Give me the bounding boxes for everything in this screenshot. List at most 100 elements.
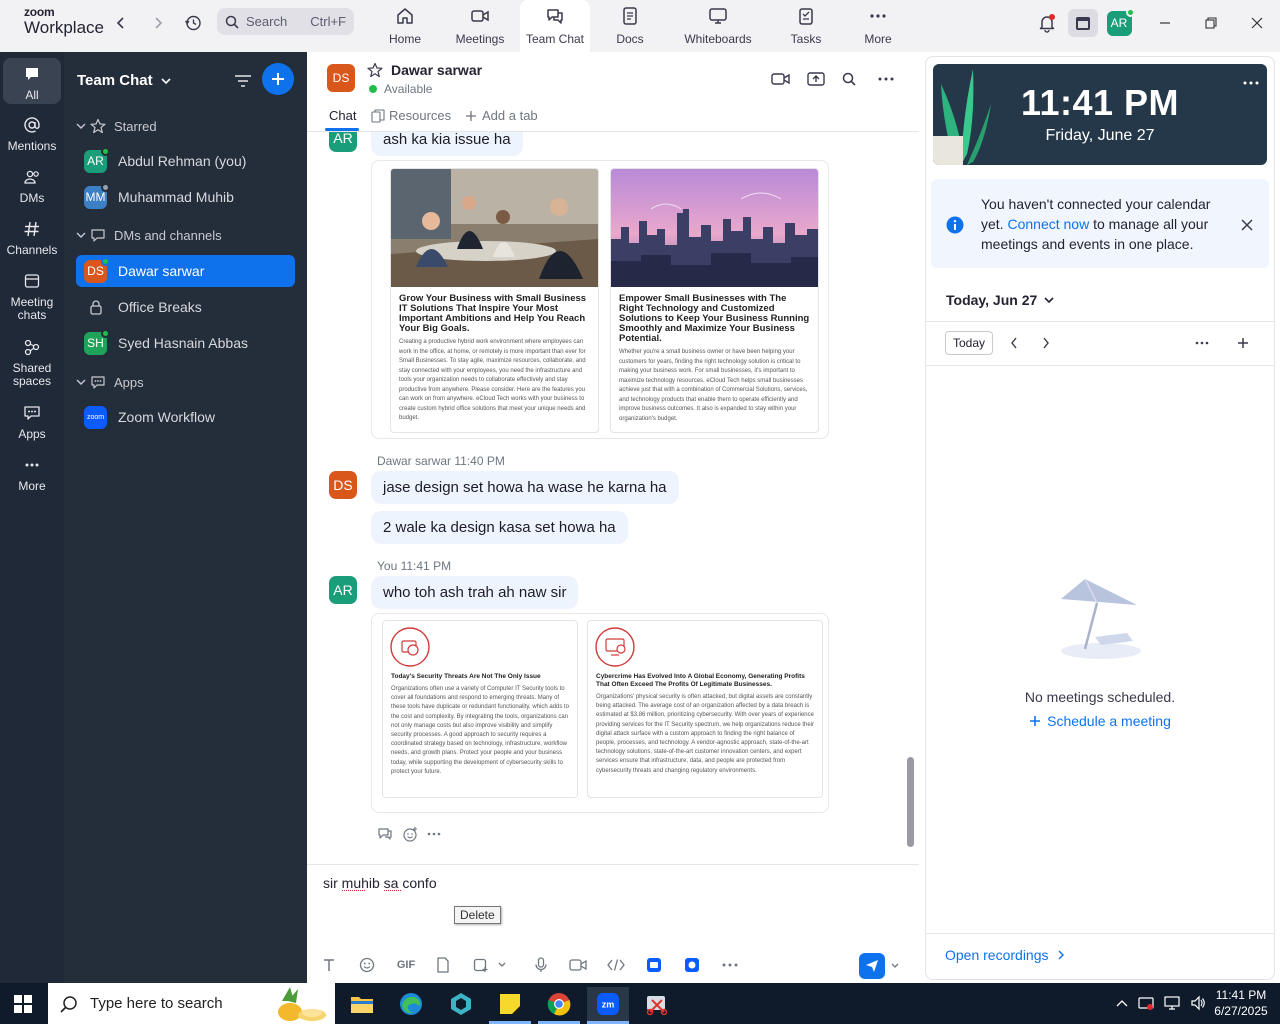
message-bubble[interactable]: 2 wale ka design kasa set howa ha (371, 511, 628, 544)
back-button[interactable] (108, 12, 134, 34)
image-attachment[interactable]: Cybercrime Has Evolved Into A Global Eco… (587, 620, 823, 798)
zoom-taskbar-icon[interactable]: zm (587, 987, 629, 1021)
video-message-button[interactable] (567, 955, 589, 975)
start-button[interactable] (2, 987, 44, 1021)
message-bubble[interactable]: ash ka kia issue ha (371, 132, 523, 156)
filter-button[interactable] (232, 70, 254, 92)
sidebar-title[interactable]: Team Chat (77, 72, 171, 89)
search-chat-button[interactable] (838, 68, 860, 90)
section-dms-and-channels[interactable]: DMs and channels (76, 225, 222, 245)
tab-docs[interactable]: Docs (608, 0, 652, 52)
dismiss-notice-button[interactable] (1237, 215, 1257, 235)
more-dots-icon[interactable] (427, 832, 441, 836)
more-composer-options-button[interactable] (719, 955, 741, 975)
section-starred[interactable]: Starred (76, 116, 157, 136)
tab-more[interactable]: More (858, 0, 898, 52)
network-icon[interactable] (1164, 995, 1180, 1011)
restore-button[interactable] (1196, 12, 1226, 34)
volume-icon[interactable] (1190, 995, 1206, 1011)
meet-now-icon[interactable] (1138, 995, 1154, 1011)
tab-home[interactable]: Home (378, 0, 432, 52)
emoji-button[interactable] (357, 955, 377, 975)
today-button[interactable]: Today (945, 331, 993, 355)
share-screen-button[interactable] (804, 68, 828, 90)
star-icon[interactable] (367, 62, 383, 78)
code-snippet-button[interactable] (605, 955, 627, 975)
tab-resources[interactable]: Resources (371, 108, 451, 123)
rail-dms[interactable]: DMs (3, 166, 61, 205)
notifications-button[interactable] (1032, 12, 1062, 34)
sidebar-item-office-breaks[interactable]: Office Breaks (76, 291, 295, 323)
contact-avatar[interactable]: DS (327, 64, 355, 92)
video-call-button[interactable] (769, 68, 793, 90)
screenshot-button[interactable] (471, 955, 491, 975)
rail-channels[interactable]: Channels (3, 218, 61, 257)
gif-button[interactable]: GIF (395, 955, 417, 975)
app-button-2[interactable] (681, 955, 703, 975)
calendar-panel-button[interactable] (1068, 9, 1098, 37)
rail-apps[interactable]: Apps (3, 402, 61, 441)
rail-shared-spaces[interactable]: Shared spaces (3, 336, 61, 388)
profile-avatar[interactable]: AR (1104, 7, 1135, 36)
forward-button[interactable] (145, 12, 171, 34)
attach-file-button[interactable] (433, 955, 453, 975)
image-attachment[interactable]: Empower Small Businesses with The Right … (610, 168, 819, 433)
tab-tasks[interactable]: Tasks (784, 0, 828, 52)
app-taskbar-icon[interactable] (440, 987, 482, 1021)
section-apps[interactable]: Apps (76, 372, 144, 392)
tab-meetings[interactable]: Meetings (448, 0, 512, 52)
screenshot-options-button[interactable] (495, 955, 509, 975)
sidebar-item-muhammad-muhib[interactable]: MM Muhammad Muhib (76, 181, 295, 213)
rail-more[interactable]: More (3, 454, 61, 493)
add-tab-button[interactable]: Add a tab (465, 108, 538, 123)
history-button[interactable] (180, 12, 206, 34)
tab-team-chat[interactable]: Team Chat (520, 0, 590, 52)
tab-whiteboards[interactable]: Whiteboards (680, 0, 756, 52)
message-avatar[interactable]: AR (329, 576, 357, 604)
next-day-button[interactable] (1036, 333, 1056, 353)
message-avatar[interactable]: AR (329, 132, 357, 152)
sidebar-item-syed-hasnain-abbas[interactable]: SH Syed Hasnain Abbas (76, 327, 295, 359)
format-text-button[interactable] (319, 955, 339, 975)
app-button-1[interactable] (643, 955, 665, 975)
rail-mentions[interactable]: Mentions (3, 114, 61, 153)
schedule-meeting-link[interactable]: Schedule a meeting (926, 713, 1274, 729)
rail-all[interactable]: All (3, 58, 61, 104)
voice-message-button[interactable] (531, 955, 551, 975)
sticky-notes-taskbar-icon[interactable] (489, 987, 531, 1021)
rail-meeting-chats[interactable]: Meeting chats (3, 270, 61, 322)
connect-now-link[interactable]: Connect now (1007, 216, 1089, 232)
sidebar-item-abdul-rehman[interactable]: AR Abdul Rehman (you) (76, 145, 295, 177)
tab-chat[interactable]: Chat (329, 108, 356, 123)
contact-name[interactable]: Dawar sarwar (391, 62, 482, 78)
send-button[interactable] (859, 953, 885, 979)
image-attachment[interactable]: Today's Security Threats Are Not The Onl… (382, 620, 578, 798)
taskbar-search-box[interactable]: Type here to search (48, 983, 335, 1024)
message-avatar[interactable]: DS (329, 471, 357, 499)
day-selector[interactable]: Today, Jun 27 (946, 292, 1054, 308)
previous-day-button[interactable] (1004, 333, 1024, 353)
edge-taskbar-icon[interactable] (390, 987, 432, 1021)
sidebar-item-dawar-sarwar[interactable]: DS Dawar sarwar (76, 255, 295, 287)
new-chat-button[interactable] (262, 63, 294, 95)
chrome-taskbar-icon[interactable] (538, 987, 580, 1021)
more-options-button[interactable] (874, 68, 898, 90)
message-bubble[interactable]: who toh ash trah ah naw sir (371, 576, 579, 609)
close-window-button[interactable] (1242, 12, 1272, 34)
scrollbar-thumb[interactable] (907, 757, 914, 847)
scrollbar[interactable] (907, 132, 915, 864)
chevron-up-icon[interactable] (1116, 999, 1128, 1007)
clock-more-button[interactable] (1241, 76, 1261, 90)
minimize-button[interactable] (1150, 12, 1180, 34)
add-event-button[interactable] (1232, 333, 1254, 353)
open-recordings-link[interactable]: Open recordings (945, 947, 1064, 963)
message-input[interactable]: sir muhib sa confo (323, 875, 437, 891)
calendar-more-button[interactable] (1191, 333, 1213, 353)
search-input[interactable]: Search Ctrl+F (217, 8, 354, 35)
image-attachment[interactable]: Grow Your Business with Small Business I… (390, 168, 599, 433)
send-options-button[interactable] (888, 957, 902, 975)
message-bubble[interactable]: jase design set howa ha wase he karna ha (371, 471, 679, 504)
snipping-tool-taskbar-icon[interactable] (636, 987, 678, 1021)
file-explorer-taskbar-icon[interactable] (341, 987, 383, 1021)
add-reaction-icon[interactable] (402, 826, 418, 842)
